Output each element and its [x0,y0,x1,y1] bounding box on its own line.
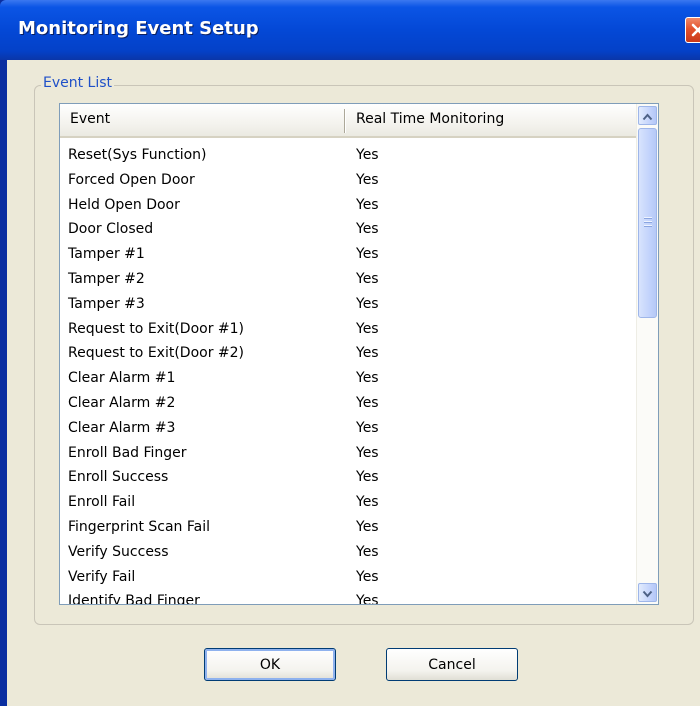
list-item[interactable]: Enroll Success Yes [60,466,638,491]
list-item[interactable]: Tamper #1 Yes [60,243,638,268]
real-time-monitoring-cell: Yes [356,444,379,461]
event-name-cell: Identify Bad Finger [68,593,200,605]
list-item[interactable]: Reset(Sys Function) Yes [60,144,638,169]
ok-button[interactable]: OK [204,648,336,681]
list-item[interactable]: Tamper #2 Yes [60,268,638,293]
event-list-view[interactable]: Event Real Time Monitoring Reset(Sys Fun… [59,103,659,605]
chevron-down-icon [642,583,653,602]
event-name-cell: Enroll Bad Finger [68,444,187,461]
list-item[interactable]: Clear Alarm #2 Yes [60,392,638,417]
real-time-monitoring-cell: Yes [356,196,379,213]
column-header-real-time-monitoring[interactable]: Real Time Monitoring [356,104,626,136]
list-item[interactable]: Held Open Door Yes [60,194,638,219]
cancel-button[interactable]: Cancel [386,648,518,681]
event-list-group-label: Event List [41,75,115,91]
column-divider[interactable] [344,109,345,133]
list-item[interactable]: Verify Success Yes [60,541,638,566]
event-name-cell: Held Open Door [68,196,180,213]
chevron-up-icon [642,106,653,125]
monitoring-event-setup-dialog: Monitoring Event Setup Event List Event … [0,0,700,706]
real-time-monitoring-cell: Yes [356,394,379,411]
list-item[interactable]: Forced Open Door Yes [60,169,638,194]
real-time-monitoring-cell: Yes [356,147,379,163]
list-item[interactable]: Enroll Bad Finger Yes [60,442,638,467]
event-name-cell: Verify Fail [68,568,136,585]
scroll-down-button[interactable] [638,583,657,602]
real-time-monitoring-cell: Yes [356,295,379,312]
event-name-cell: Forced Open Door [68,171,195,188]
column-header-event[interactable]: Event [70,104,340,136]
real-time-monitoring-cell: Yes [356,593,379,605]
event-name-cell: Verify Success [68,543,169,560]
list-item[interactable]: Request to Exit(Door #2) Yes [60,342,638,367]
close-icon [691,23,700,37]
list-item[interactable]: Fingerprint Scan Fail Yes [60,516,638,541]
real-time-monitoring-cell: Yes [356,419,379,436]
list-item[interactable]: Clear Alarm #3 Yes [60,417,638,442]
list-rows: Reset(Sys Function) Yes Forced Open Door Ye… [60,144,638,605]
list-item[interactable]: Request to Exit(Door #1) Yes [60,318,638,343]
real-time-monitoring-cell: Yes [356,494,379,511]
list-item[interactable]: Enroll Fail Yes [60,491,638,516]
event-name-cell: Clear Alarm #1 [68,370,176,387]
event-name-cell: Tamper #1 [68,246,145,263]
event-name-cell: Tamper #3 [68,295,145,312]
scroll-up-button[interactable] [638,106,657,125]
real-time-monitoring-cell: Yes [356,518,379,535]
window-title: Monitoring Event Setup [18,18,259,39]
real-time-monitoring-cell: Yes [356,345,379,362]
list-item[interactable]: Identify Bad Finger Yes [60,590,638,605]
list-header: Event Real Time Monitoring [60,104,638,138]
real-time-monitoring-cell: Yes [356,568,379,585]
event-name-cell: Request to Exit(Door #2) [68,345,245,362]
real-time-monitoring-cell: Yes [356,221,379,238]
scroll-grip [644,217,652,227]
list-item[interactable]: Tamper #3 Yes [60,293,638,318]
event-name-cell: Reset(Sys Function) [68,147,207,163]
real-time-monitoring-cell: Yes [356,246,379,263]
real-time-monitoring-cell: Yes [356,171,379,188]
event-name-cell: Request to Exit(Door #1) [68,320,245,337]
list-item[interactable]: Clear Alarm #1 Yes [60,367,638,392]
title-bar[interactable]: Monitoring Event Setup [0,0,700,60]
event-name-cell: Clear Alarm #2 [68,394,176,411]
real-time-monitoring-cell: Yes [356,270,379,287]
event-name-cell: Enroll Fail [68,494,136,511]
vertical-scrollbar[interactable] [636,104,658,604]
list-item[interactable]: Door Closed Yes [60,218,638,243]
real-time-monitoring-cell: Yes [356,320,379,337]
event-name-cell: Enroll Success [68,469,169,486]
event-name-cell: Clear Alarm #3 [68,419,176,436]
real-time-monitoring-cell: Yes [356,543,379,560]
list-item[interactable]: Verify Fail Yes [60,566,638,591]
close-button[interactable] [685,17,700,43]
event-name-cell: Door Closed [68,221,154,238]
real-time-monitoring-cell: Yes [356,469,379,486]
event-name-cell: Fingerprint Scan Fail [68,518,211,535]
event-name-cell: Tamper #2 [68,270,145,287]
real-time-monitoring-cell: Yes [356,370,379,387]
scroll-thumb[interactable] [638,128,657,318]
